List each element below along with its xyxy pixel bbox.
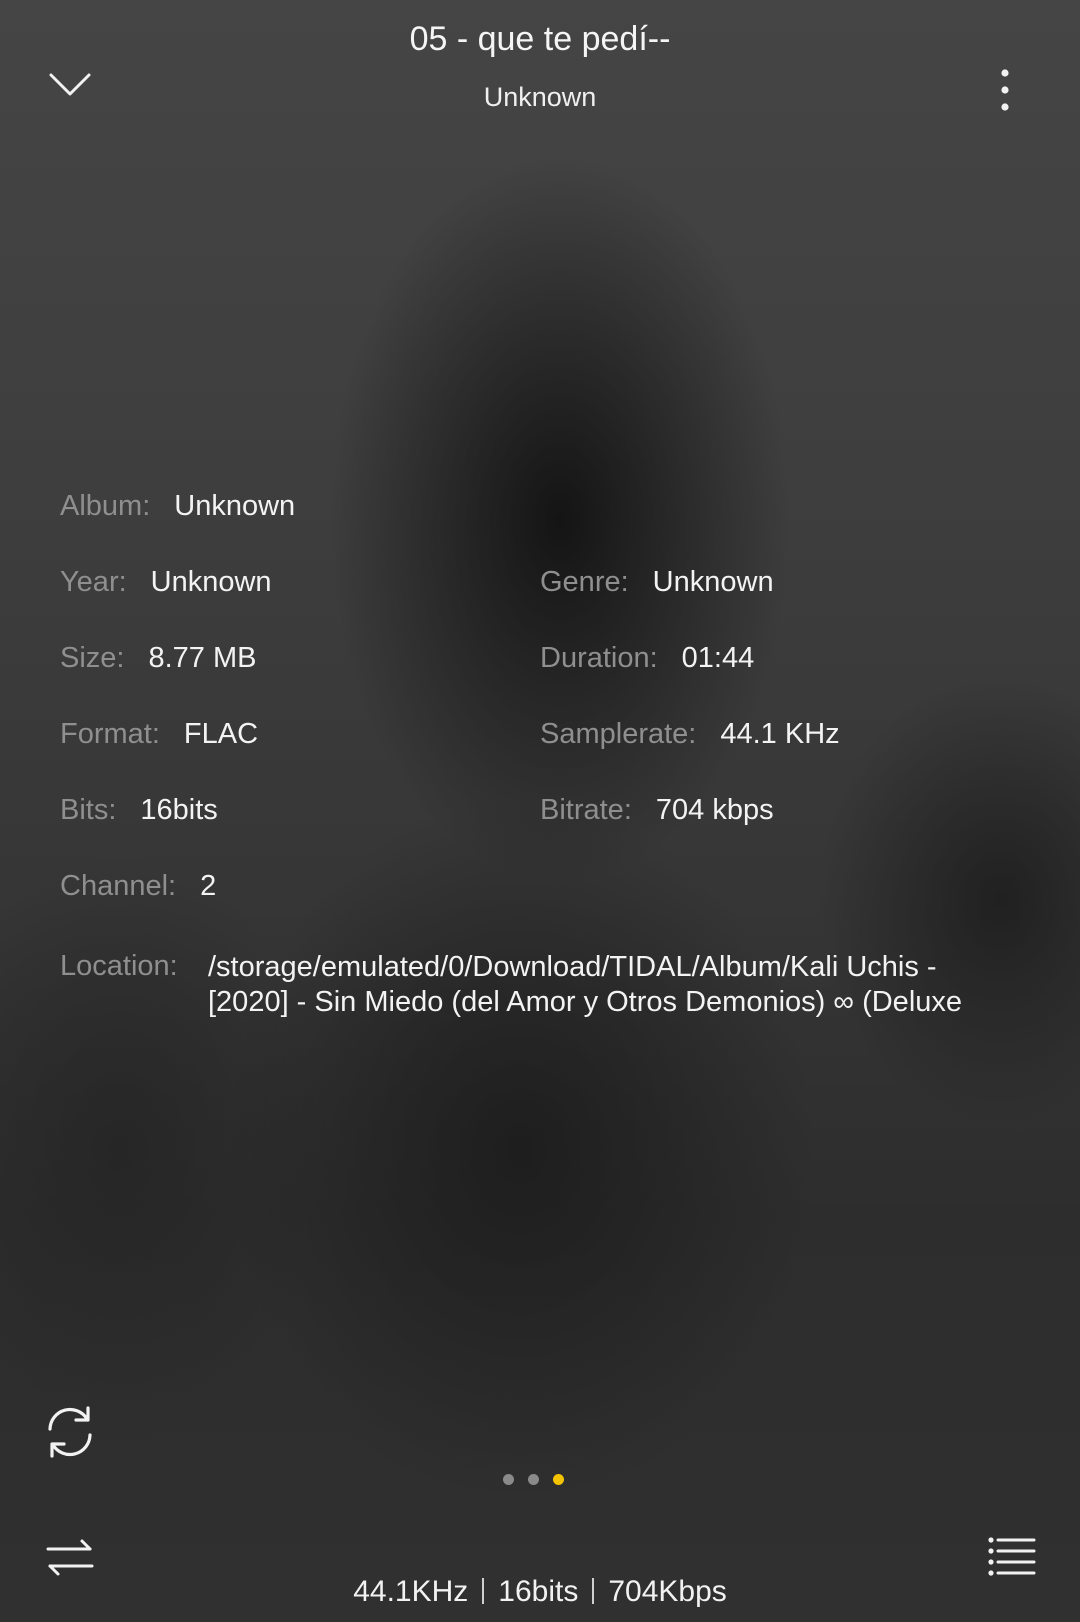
audio-quality-summary: 44.1KHz 16bits 704Kbps: [0, 1575, 1080, 1609]
more-vertical-icon: [1001, 69, 1009, 111]
samplerate-label: Samplerate:: [540, 718, 697, 750]
duration-value: 01:44: [681, 642, 755, 674]
info-row-album: Album: Unknown: [60, 490, 1020, 530]
size-label: Size:: [60, 642, 125, 674]
quality-bitrate: 704Kbps: [608, 1575, 727, 1608]
bits-value: 16bits: [140, 794, 218, 826]
album-label: Album:: [60, 490, 151, 522]
quality-samplerate: 44.1KHz: [353, 1575, 469, 1608]
quality-bits: 16bits: [498, 1575, 579, 1608]
quality-separator: [592, 1578, 595, 1604]
album-value: Unknown: [174, 490, 296, 522]
page-dot[interactable]: [503, 1474, 514, 1485]
bits-label: Bits:: [60, 794, 117, 826]
channel-label: Channel:: [60, 870, 177, 902]
track-title: 05 - que te pedí--: [409, 20, 671, 58]
format-value: FLAC: [183, 718, 259, 750]
year-label: Year:: [60, 566, 127, 598]
genre-label: Genre:: [540, 566, 629, 598]
samplerate-value: 44.1 KHz: [720, 718, 840, 750]
year-value: Unknown: [150, 566, 272, 598]
player-header: 05 - que te pedí-- Unknown: [0, 0, 1080, 140]
info-row-channel: Channel: 2: [60, 870, 1020, 910]
repeat-icon: [48, 1406, 92, 1458]
quality-separator: [482, 1578, 485, 1604]
channel-value: 2: [200, 870, 217, 902]
page-indicator: [503, 1474, 575, 1488]
info-row-format-samplerate: Format: FLAC Samplerate: 44.1 KHz: [60, 718, 1020, 758]
queue-button[interactable]: [985, 1532, 1039, 1582]
location-label: Location:: [60, 950, 178, 982]
location-value: /storage/emulated/0/Download/TIDAL/Album…: [208, 951, 963, 1018]
play-order-icon: [46, 1539, 94, 1576]
info-row-size-duration: Size: 8.77 MB Duration: 01:44: [60, 642, 1020, 682]
more-options-button[interactable]: [985, 60, 1025, 120]
info-row-year-genre: Year: Unknown Genre: Unknown: [60, 566, 1020, 606]
size-value: 8.77 MB: [148, 642, 257, 674]
page-dot[interactable]: [553, 1474, 564, 1485]
bitrate-value: 704 kbps: [655, 794, 774, 826]
format-label: Format:: [60, 718, 160, 750]
page-dot[interactable]: [528, 1474, 539, 1485]
duration-label: Duration:: [540, 642, 658, 674]
info-row-bits-bitrate: Bits: 16bits Bitrate: 704 kbps: [60, 794, 1020, 834]
track-artist: Unknown: [483, 82, 597, 112]
playlist-icon: [988, 1537, 1036, 1576]
genre-value: Unknown: [652, 566, 774, 598]
bitrate-label: Bitrate:: [540, 794, 632, 826]
repeat-button[interactable]: [38, 1400, 102, 1464]
